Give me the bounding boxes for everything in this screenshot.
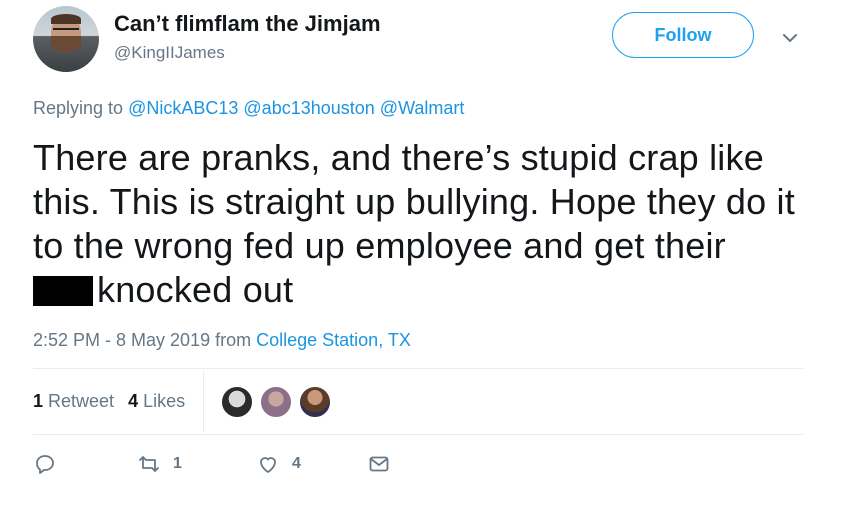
mention-link[interactable]: @Walmart bbox=[380, 98, 465, 118]
avatar-glasses bbox=[53, 28, 79, 36]
author-avatar[interactable] bbox=[33, 6, 99, 72]
liker-avatar[interactable] bbox=[298, 385, 332, 419]
retweets-count: 1 bbox=[33, 391, 44, 411]
author-handle[interactable]: @KingIIJames bbox=[114, 43, 225, 63]
tweet-actions: 1 4 bbox=[33, 452, 433, 482]
tweet-stats: 1 Retweet 4 Likes bbox=[33, 391, 199, 412]
heart-icon bbox=[260, 457, 276, 473]
avatar-beard bbox=[51, 36, 81, 52]
author-name[interactable]: Can’t flimflam the Jimjam bbox=[114, 11, 381, 37]
retweet-count: 1 bbox=[173, 455, 182, 472]
mention-link[interactable]: @abc13houston bbox=[243, 98, 374, 118]
divider bbox=[33, 368, 803, 369]
likers-avatars bbox=[220, 385, 337, 419]
retweet-button[interactable]: 1 bbox=[137, 452, 182, 476]
liker-avatar[interactable] bbox=[259, 385, 293, 419]
location-link[interactable]: College Station, TX bbox=[256, 330, 411, 350]
follow-button[interactable]: Follow bbox=[612, 12, 754, 58]
mention-link[interactable]: @NickABC13 bbox=[128, 98, 238, 118]
reply-button[interactable] bbox=[33, 452, 57, 476]
direct-message-button[interactable] bbox=[367, 452, 391, 476]
avatar-hair bbox=[51, 14, 81, 24]
tweet-text-tail: knocked out bbox=[97, 269, 294, 310]
tweet-meta: 2:52 PM - 8 May 2019 from College Statio… bbox=[33, 330, 411, 351]
retweet-icon bbox=[139, 456, 159, 472]
likes-count: 4 bbox=[128, 391, 139, 411]
reply-icon bbox=[36, 455, 54, 474]
chevron-down-icon[interactable] bbox=[780, 28, 800, 48]
likes-label: Likes bbox=[143, 391, 186, 411]
retweets-stat[interactable]: 1 Retweet bbox=[33, 391, 114, 412]
redaction-block bbox=[33, 276, 93, 306]
liker-avatar[interactable] bbox=[220, 385, 254, 419]
mail-icon bbox=[369, 456, 389, 472]
like-button[interactable]: 4 bbox=[256, 452, 301, 476]
retweets-label: Retweet bbox=[48, 391, 115, 411]
tweet-text: There are pranks, and there’s stupid cra… bbox=[33, 136, 823, 312]
reply-context: Replying to @NickABC13 @abc13houston @Wa… bbox=[33, 98, 464, 119]
likes-stat[interactable]: 4 Likes bbox=[128, 391, 185, 412]
timestamp[interactable]: 2:52 PM - 8 May 2019 from bbox=[33, 330, 251, 350]
tweet-text-main: There are pranks, and there’s stupid cra… bbox=[33, 137, 795, 266]
like-count: 4 bbox=[292, 455, 301, 472]
divider bbox=[33, 434, 803, 435]
reply-prefix: Replying to bbox=[33, 98, 124, 118]
divider bbox=[203, 372, 204, 432]
